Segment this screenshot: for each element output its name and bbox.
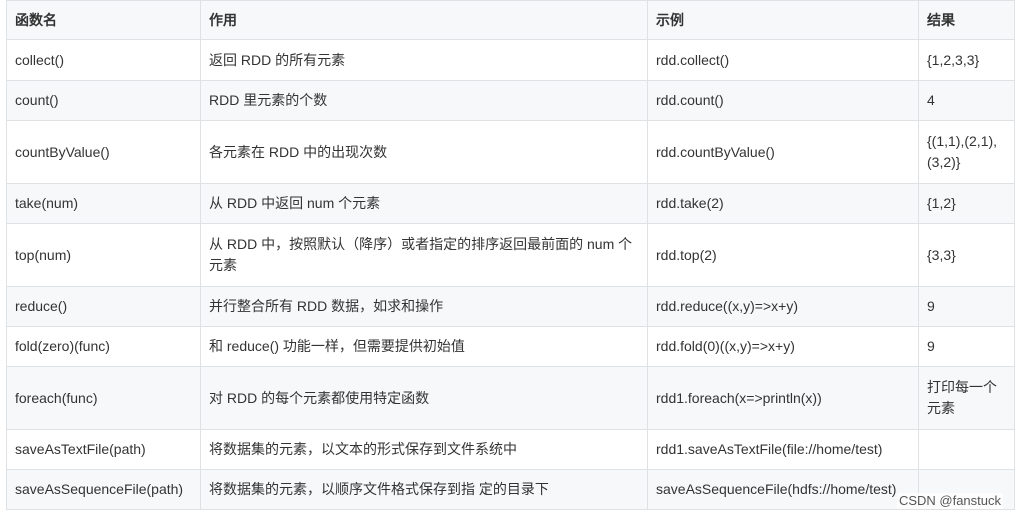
cell-example: rdd1.foreach(x=>println(x)) xyxy=(647,366,919,430)
cell-result: {1,2} xyxy=(918,183,1015,224)
table-header-row: 函数名 作用 示例 结果 xyxy=(6,0,1015,40)
cell-example: rdd.countByValue() xyxy=(647,120,919,184)
cell-function-name: saveAsSequenceFile(path) xyxy=(6,469,201,510)
table-row: countByValue() 各元素在 RDD 中的出现次数 rdd.count… xyxy=(6,120,1015,184)
table-row: collect() 返回 RDD 的所有元素 rdd.collect() {1,… xyxy=(6,39,1015,81)
table-row: take(num) 从 RDD 中返回 num 个元素 rdd.take(2) … xyxy=(6,183,1015,224)
cell-purpose: 将数据集的元素，以顺序文件格式保存到指 定的目录下 xyxy=(200,469,648,510)
cell-result: 9 xyxy=(918,326,1015,367)
csdn-watermark: CSDN @fanstuck xyxy=(896,493,1003,509)
cell-purpose: 各元素在 RDD 中的出现次数 xyxy=(200,120,648,184)
table-row: saveAsSequenceFile(path) 将数据集的元素，以顺序文件格式… xyxy=(6,469,1015,510)
table-row: reduce() 并行整合所有 RDD 数据，如求和操作 rdd.reduce(… xyxy=(6,286,1015,327)
cell-example: rdd.reduce((x,y)=>x+y) xyxy=(647,286,919,327)
cell-example: rdd.count() xyxy=(647,80,919,121)
cell-function-name: fold(zero)(func) xyxy=(6,326,201,367)
cell-example: rdd.take(2) xyxy=(647,183,919,224)
cell-function-name: top(num) xyxy=(6,223,201,287)
cell-function-name: count() xyxy=(6,80,201,121)
table-row: foreach(func) 对 RDD 的每个元素都使用特定函数 rdd1.fo… xyxy=(6,366,1015,430)
cell-purpose: 对 RDD 的每个元素都使用特定函数 xyxy=(200,366,648,430)
cell-result: 9 xyxy=(918,286,1015,327)
table-row: top(num) 从 RDD 中，按照默认（降序）或者指定的排序返回最前面的 n… xyxy=(6,223,1015,287)
cell-example: rdd.collect() xyxy=(647,39,919,81)
cell-result: 打印每一个元素 xyxy=(918,366,1015,430)
header-function-name: 函数名 xyxy=(6,0,201,40)
header-example: 示例 xyxy=(647,0,919,40)
cell-function-name: take(num) xyxy=(6,183,201,224)
header-result: 结果 xyxy=(918,0,1015,40)
table-row: saveAsTextFile(path) 将数据集的元素，以文本的形式保存到文件… xyxy=(6,429,1015,470)
cell-result: {(1,1),(2,1),(3,2)} xyxy=(918,120,1015,184)
cell-example: rdd.fold(0)((x,y)=>x+y) xyxy=(647,326,919,367)
cell-result: 4 xyxy=(918,80,1015,121)
cell-example: saveAsSequenceFile(hdfs://home/test) xyxy=(647,469,919,510)
header-purpose: 作用 xyxy=(200,0,648,40)
cell-result: {3,3} xyxy=(918,223,1015,287)
table-row: fold(zero)(func) 和 reduce() 功能一样，但需要提供初始… xyxy=(6,326,1015,367)
cell-function-name: countByValue() xyxy=(6,120,201,184)
cell-function-name: reduce() xyxy=(6,286,201,327)
cell-function-name: saveAsTextFile(path) xyxy=(6,429,201,470)
cell-purpose: 从 RDD 中，按照默认（降序）或者指定的排序返回最前面的 num 个元素 xyxy=(200,223,648,287)
cell-purpose: 从 RDD 中返回 num 个元素 xyxy=(200,183,648,224)
cell-purpose: RDD 里元素的个数 xyxy=(200,80,648,121)
rdd-actions-table: 函数名 作用 示例 结果 collect() 返回 RDD 的所有元素 rdd.… xyxy=(6,0,1015,510)
cell-function-name: foreach(func) xyxy=(6,366,201,430)
cell-purpose: 并行整合所有 RDD 数据，如求和操作 xyxy=(200,286,648,327)
table-row: count() RDD 里元素的个数 rdd.count() 4 xyxy=(6,80,1015,121)
cell-example: rdd.top(2) xyxy=(647,223,919,287)
cell-purpose: 返回 RDD 的所有元素 xyxy=(200,39,648,81)
cell-purpose: 将数据集的元素，以文本的形式保存到文件系统中 xyxy=(200,429,648,470)
cell-purpose: 和 reduce() 功能一样，但需要提供初始值 xyxy=(200,326,648,367)
cell-function-name: collect() xyxy=(6,39,201,81)
cell-result xyxy=(918,429,1015,470)
cell-example: rdd1.saveAsTextFile(file://home/test) xyxy=(647,429,919,470)
cell-result: {1,2,3,3} xyxy=(918,39,1015,81)
